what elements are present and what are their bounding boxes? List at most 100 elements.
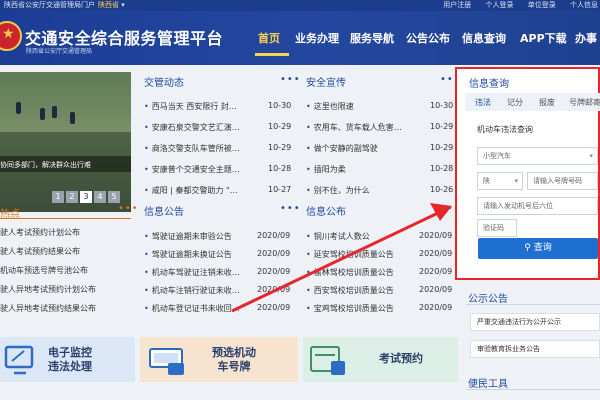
list-item[interactable]: • 机动车登记证书未收回… 2020/09 bbox=[144, 303, 294, 315]
list-item[interactable]: • 铜川考试人数公 2020/09 bbox=[306, 231, 456, 243]
bullet-icon: • bbox=[306, 268, 311, 277]
tile-label: 电子监控 违法处理 bbox=[48, 346, 92, 374]
tile-exam-booking[interactable]: 考试预约 bbox=[303, 337, 458, 382]
captcha-input[interactable]: 验证码 bbox=[477, 219, 517, 237]
unit-login-link[interactable]: 单位登录 bbox=[528, 1, 556, 9]
list-item[interactable]: • 做个安静的副驾驶 10-29 bbox=[306, 143, 456, 155]
list-item[interactable]: 驶人异地考试预约结果公布 bbox=[0, 303, 96, 315]
notices-title[interactable]: 信息公告 bbox=[144, 203, 184, 218]
list-item[interactable]: • 延安驾校培训质量公告 2020/09 bbox=[306, 249, 456, 261]
police-emblem-icon bbox=[0, 21, 22, 51]
list-item[interactable]: • 榆林驾校培训质量公告 2020/09 bbox=[306, 267, 456, 279]
nav-active-underline bbox=[255, 53, 289, 56]
calendar-icon bbox=[310, 346, 345, 375]
tab-scrap[interactable]: 报废 bbox=[539, 97, 555, 108]
engine-number-input[interactable]: 请输入发动机号后六位 bbox=[477, 197, 598, 215]
bullet-icon: • bbox=[144, 186, 149, 195]
nav-info-query[interactable]: 信息查询 bbox=[462, 30, 506, 46]
nav-business[interactable]: 业务办理 bbox=[295, 30, 339, 46]
notices-more-button[interactable]: ••• bbox=[280, 203, 301, 214]
info-query-panel: 信息查询 违法 记分 报废 号牌邮寄 机动车违法查询 小型汽车 ▾ 陕 ▾ 请输入号… bbox=[455, 67, 600, 280]
tile-line-2: 车号牌 bbox=[217, 360, 251, 373]
bullet-icon: • bbox=[144, 304, 149, 313]
nav-affairs[interactable]: 办事 bbox=[575, 30, 597, 46]
safety-title[interactable]: 安全宣传 bbox=[306, 74, 346, 89]
tab-plate-mail[interactable]: 号牌邮寄 bbox=[569, 97, 600, 108]
list-item[interactable]: • 别不住，为什么 10-26 bbox=[306, 185, 456, 197]
bullet-icon: • bbox=[306, 304, 311, 313]
query-subtitle: 机动车违法查询 bbox=[477, 125, 533, 134]
list-item-text: 机动车驾驶证注销未收… bbox=[151, 268, 240, 277]
news-more-button[interactable]: ••• bbox=[280, 74, 301, 85]
list-item-date: 10-27 bbox=[268, 185, 292, 194]
list-item[interactable]: 机动车预选号牌号池公布 bbox=[0, 265, 88, 277]
list-item[interactable]: • 西马当天 西安限行 封… 10-30 bbox=[144, 101, 294, 113]
list-item[interactable]: • 机动车驾驶证注销未收… 2020/09 bbox=[144, 267, 294, 279]
list-item-text: 宝鸡驾校培训质量公告 bbox=[313, 304, 394, 313]
bullet-icon: • bbox=[144, 165, 149, 174]
slider-person bbox=[40, 108, 45, 120]
query-submit-button[interactable]: ⚲ 查询 bbox=[478, 238, 598, 259]
list-item[interactable]: • 驾驶证逾期未审验公告 2020/09 bbox=[144, 231, 294, 243]
plate-prefix-select[interactable]: 陕 ▾ bbox=[477, 172, 523, 190]
slider-caption[interactable]: 协同多部门，解决群众出行难 bbox=[0, 160, 91, 170]
nav-service-guide[interactable]: 服务导航 bbox=[350, 30, 394, 46]
tile-plate-preselection[interactable]: 预选机动 车号牌 bbox=[140, 337, 298, 382]
list-item[interactable]: 驶人考试预约计划公布 bbox=[0, 227, 80, 239]
nav-announcements[interactable]: 公告公布 bbox=[406, 30, 450, 46]
tab-points[interactable]: 记分 bbox=[507, 97, 523, 108]
account-links: 用户注册 个人登录 单位登录 个人信息 bbox=[431, 0, 598, 11]
hot-more-button[interactable]: ••• bbox=[118, 203, 139, 214]
bullet-icon: • bbox=[306, 250, 311, 259]
list-item[interactable]: • 咸阳 | 秦都交警助力 "… 10-27 bbox=[144, 185, 294, 197]
list-item-date: 10-28 bbox=[268, 164, 292, 173]
slider-page-2[interactable]: 2 bbox=[66, 191, 78, 203]
vehicle-type-select[interactable]: 小型汽车 ▾ bbox=[477, 147, 598, 165]
personal-login-link[interactable]: 个人登录 bbox=[486, 1, 514, 9]
list-item[interactable]: • 安康石泉交警文艺汇演… 10-29 bbox=[144, 122, 294, 134]
list-item[interactable]: • 商洛交警支队车管所被… 10-29 bbox=[144, 143, 294, 155]
bullet-icon: • bbox=[144, 123, 149, 132]
site-subtitle: 陕西省公安厅交通管理局 bbox=[26, 48, 93, 55]
list-item[interactable]: • 驾驶证逾期未换证公告 2020/09 bbox=[144, 249, 294, 261]
tile-electronic-monitoring[interactable]: 电子监控 违法处理 bbox=[0, 337, 135, 382]
tab-violation[interactable]: 违法 bbox=[475, 97, 491, 108]
list-item-date: 2020/09 bbox=[419, 267, 453, 276]
list-item-text: 榆林驾校培训质量公告 bbox=[313, 268, 394, 277]
list-item[interactable]: • 插阳为柔 10-28 bbox=[306, 164, 456, 176]
list-item[interactable]: • 西安驾校培训质量公告 2020/09 bbox=[306, 285, 456, 297]
info-release-title[interactable]: 信息公布 bbox=[306, 203, 346, 218]
slider-page-1[interactable]: 1 bbox=[52, 191, 64, 203]
personal-info-link[interactable]: 个人信息 bbox=[570, 1, 598, 9]
nav-app-download[interactable]: APP下载 bbox=[520, 30, 567, 46]
slider-page-3[interactable]: 3 bbox=[80, 191, 92, 203]
query-tabs: 违法 记分 报废 号牌邮寄 bbox=[465, 93, 600, 111]
side-notice-item[interactable]: 审验教育拆业务公告 bbox=[470, 340, 600, 358]
portal-link[interactable]: 陕西省公安厅交通管理局门户 陕西省 ▾ bbox=[4, 0, 125, 11]
news-title[interactable]: 交管动态 bbox=[144, 74, 184, 89]
news-slider[interactable]: 协同多部门，解决群众出行难 12345 bbox=[0, 72, 131, 212]
nav-home[interactable]: 首页 bbox=[258, 30, 280, 46]
bullet-icon: • bbox=[306, 165, 311, 174]
list-item[interactable]: • 机动车注销行驶证未收… 2020/09 bbox=[144, 285, 294, 297]
list-item[interactable]: 驶人考试预约结果公布 bbox=[0, 246, 80, 258]
list-item[interactable]: • 宝鸡驾校培训质量公告 2020/09 bbox=[306, 303, 456, 315]
list-item-text: 插阳为柔 bbox=[313, 165, 346, 174]
list-item-date: 2020/09 bbox=[257, 285, 291, 294]
side-notice-item[interactable]: 严重交通违法行为公开公示 bbox=[470, 313, 600, 331]
list-item[interactable]: • 安康普个交通安全主题… 10-28 bbox=[144, 164, 294, 176]
list-item-date: 10-30 bbox=[430, 101, 454, 110]
top-bar: 陕西省公安厅交通管理局门户 陕西省 ▾ 用户注册 个人登录 单位登录 个人信息 bbox=[0, 0, 600, 11]
slider-page-5[interactable]: 5 bbox=[108, 191, 120, 203]
register-link[interactable]: 用户注册 bbox=[443, 1, 471, 9]
plate-number-input[interactable]: 请输入号牌号码 bbox=[527, 172, 598, 190]
list-item-text: 这里也限速 bbox=[313, 102, 354, 111]
list-item[interactable]: • 这里也限速 10-30 bbox=[306, 101, 456, 113]
list-item[interactable]: 驶人异地考试预约计划公布 bbox=[0, 284, 96, 296]
monitor-icon bbox=[4, 345, 34, 375]
province-selector[interactable]: 陕西省 bbox=[98, 1, 119, 9]
slider-page-4[interactable]: 4 bbox=[94, 191, 106, 203]
list-item-text: 延安驾校培训质量公告 bbox=[313, 250, 394, 259]
bullet-icon: • bbox=[306, 123, 311, 132]
list-item[interactable]: • 农用车、货车载人危害… 10-29 bbox=[306, 122, 456, 134]
